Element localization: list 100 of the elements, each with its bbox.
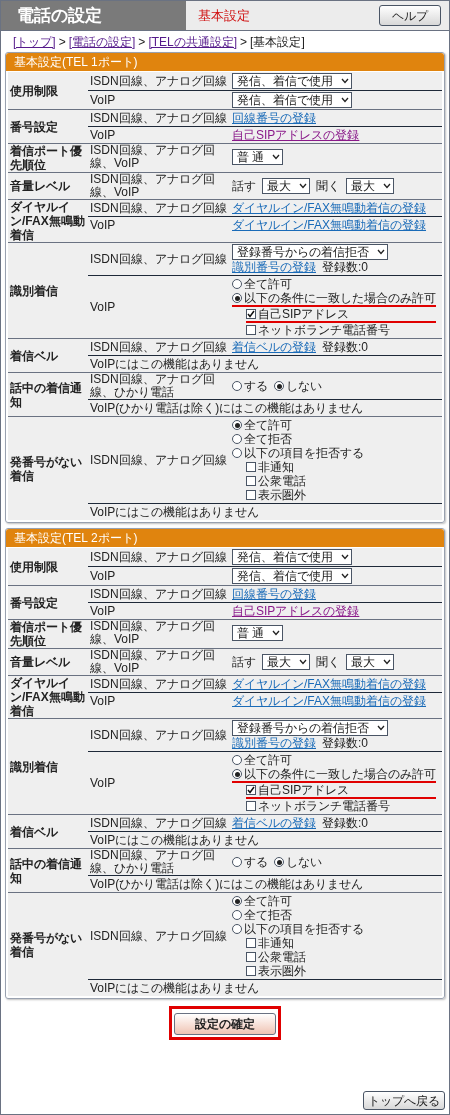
field-label: ISDN回線、アナログ回線、VoIP	[89, 649, 216, 675]
radio-button[interactable]	[232, 896, 242, 906]
dropdown[interactable]: 最大	[262, 654, 310, 670]
field-label: VoIP	[89, 774, 117, 792]
radio-button[interactable]	[232, 857, 242, 867]
field-label: ISDN回線、アナログ回線	[89, 586, 228, 602]
chevron-icon	[377, 725, 385, 731]
breadcrumb-link[interactable]: [トップ]	[13, 35, 56, 49]
dropdown[interactable]: 発信、着信で使用	[232, 73, 352, 89]
radio-button[interactable]	[274, 381, 284, 391]
checkbox[interactable]	[246, 490, 256, 500]
checkbox[interactable]	[246, 952, 256, 962]
dropdown[interactable]: 最大	[346, 654, 394, 670]
option-label: しない	[286, 855, 322, 869]
radio-button[interactable]	[274, 857, 284, 867]
link[interactable]: ダイヤルイン/FAX無鳴動着信の登録	[232, 218, 426, 232]
note-text: VoIPにはこの機能はありません	[89, 832, 261, 848]
checkbox[interactable]	[246, 785, 256, 795]
checkbox[interactable]	[246, 325, 256, 335]
row-label: ダイヤルイン/FAX無鳴動着信	[9, 676, 86, 718]
dropdown[interactable]: 普 通	[232, 625, 284, 641]
row-label: 使用制限	[9, 82, 59, 100]
checkbox[interactable]	[246, 462, 256, 472]
link[interactable]: ダイヤルイン/FAX無鳴動着信の登録	[232, 677, 426, 691]
link[interactable]: ダイヤルイン/FAX無鳴動着信の登録	[232, 201, 426, 215]
option-label: 全て許可	[244, 277, 292, 291]
field-label: ISDN回線、アナログ回線	[89, 451, 228, 469]
field-label: ISDN回線、アナログ回線、ひかり電話	[89, 373, 216, 399]
field-label: VoIP	[89, 567, 117, 585]
option-label: 以下の条件に一致した場合のみ許可	[244, 767, 436, 781]
radio-button[interactable]	[232, 448, 242, 458]
dropdown[interactable]: 登録番号からの着信拒否	[232, 720, 388, 736]
link[interactable]: 自己SIPアドレスの登録	[232, 128, 360, 142]
back-to-top-button[interactable]: トップへ戻る	[363, 1091, 445, 1110]
chevron-icon	[272, 154, 281, 160]
panel-title: 基本設定(TEL 2ポート)	[6, 529, 444, 547]
checkbox[interactable]	[246, 966, 256, 976]
chevron-icon	[341, 573, 349, 579]
help-button[interactable]: ヘルプ	[379, 5, 441, 26]
dropdown[interactable]: 登録番号からの着信拒否	[232, 244, 388, 260]
link[interactable]: 識別番号の登録	[232, 260, 316, 274]
link[interactable]: 回線番号の登録	[232, 587, 316, 601]
dropdown[interactable]: 最大	[346, 178, 394, 194]
dropdown[interactable]: 発信、着信で使用	[232, 568, 352, 584]
option-label: 非通知	[258, 460, 294, 474]
breadcrumb-current: [基本設定]	[250, 35, 305, 49]
row-label: 着信ポート優先順位	[9, 620, 83, 648]
confirm-button[interactable]: 設定の確定	[174, 1013, 276, 1035]
link[interactable]: 識別番号の登録	[232, 736, 316, 750]
radio-button[interactable]	[232, 769, 242, 779]
option-label: 自己SIPアドレス	[258, 783, 350, 797]
radio-button[interactable]	[232, 279, 242, 289]
option-label: する	[244, 855, 268, 869]
radio-button[interactable]	[232, 434, 242, 444]
field-text: 登録数:0	[322, 260, 368, 274]
row-label: 使用制限	[9, 558, 59, 576]
field-label: ISDN回線、アナログ回線	[89, 927, 228, 945]
option-label: 以下の項目を拒否する	[244, 446, 364, 460]
option-label: ネットボランチ電話番号	[258, 323, 390, 337]
option-label: 表示圏外	[258, 964, 306, 978]
radio-button[interactable]	[232, 910, 242, 920]
field-label: ISDN回線、アナログ回線	[89, 676, 228, 692]
breadcrumb-separator: >	[138, 35, 146, 49]
option-label: ネットボランチ電話番号	[258, 799, 390, 813]
field-label: ISDN回線、アナログ回線、ひかり電話	[89, 849, 216, 875]
link[interactable]: 着信ベルの登録	[232, 816, 316, 830]
breadcrumb-link[interactable]: [電話の設定]	[68, 35, 136, 49]
checkbox[interactable]	[246, 801, 256, 811]
radio-button[interactable]	[232, 293, 242, 303]
chevron-icon	[383, 659, 391, 665]
link[interactable]: 回線番号の登録	[232, 111, 316, 125]
checkbox[interactable]	[246, 476, 256, 486]
field-label: ISDN回線、アナログ回線	[89, 200, 228, 216]
radio-button[interactable]	[232, 924, 242, 934]
row-label: 着信ベル	[9, 347, 59, 365]
dropdown[interactable]: 普 通	[232, 149, 284, 165]
row-label: 着信ベル	[9, 823, 59, 841]
option-label: 自己SIPアドレス	[258, 307, 350, 321]
page-subtitle: 基本設定	[198, 6, 250, 25]
radio-button[interactable]	[232, 755, 242, 765]
checkbox[interactable]	[246, 309, 256, 319]
chevron-icon	[341, 97, 349, 103]
link[interactable]: 自己SIPアドレスの登録	[232, 604, 360, 618]
dropdown[interactable]: 発信、着信で使用	[232, 549, 352, 565]
field-label: ISDN回線、アナログ回線、VoIP	[89, 144, 216, 170]
link[interactable]: 着信ベルの登録	[232, 340, 316, 354]
link[interactable]: ダイヤルイン/FAX無鳴動着信の登録	[232, 694, 426, 708]
dropdown[interactable]: 最大	[262, 178, 310, 194]
panel-title: 基本設定(TEL 1ポート)	[6, 53, 444, 71]
field-label: ISDN回線、アナログ回線	[89, 339, 228, 355]
row-label: 発番号がない着信	[9, 453, 83, 485]
radio-button[interactable]	[232, 381, 242, 391]
dropdown[interactable]: 発信、着信で使用	[232, 92, 352, 108]
check-icon	[247, 310, 255, 318]
chevron-icon	[299, 659, 307, 665]
note-text: VoIPにはこの機能はありません	[89, 504, 261, 520]
option-label: 以下の条件に一致した場合のみ許可	[244, 291, 436, 305]
checkbox[interactable]	[246, 938, 256, 948]
radio-button[interactable]	[232, 420, 242, 430]
breadcrumb-link[interactable]: [TELの共通設定]	[148, 35, 238, 49]
